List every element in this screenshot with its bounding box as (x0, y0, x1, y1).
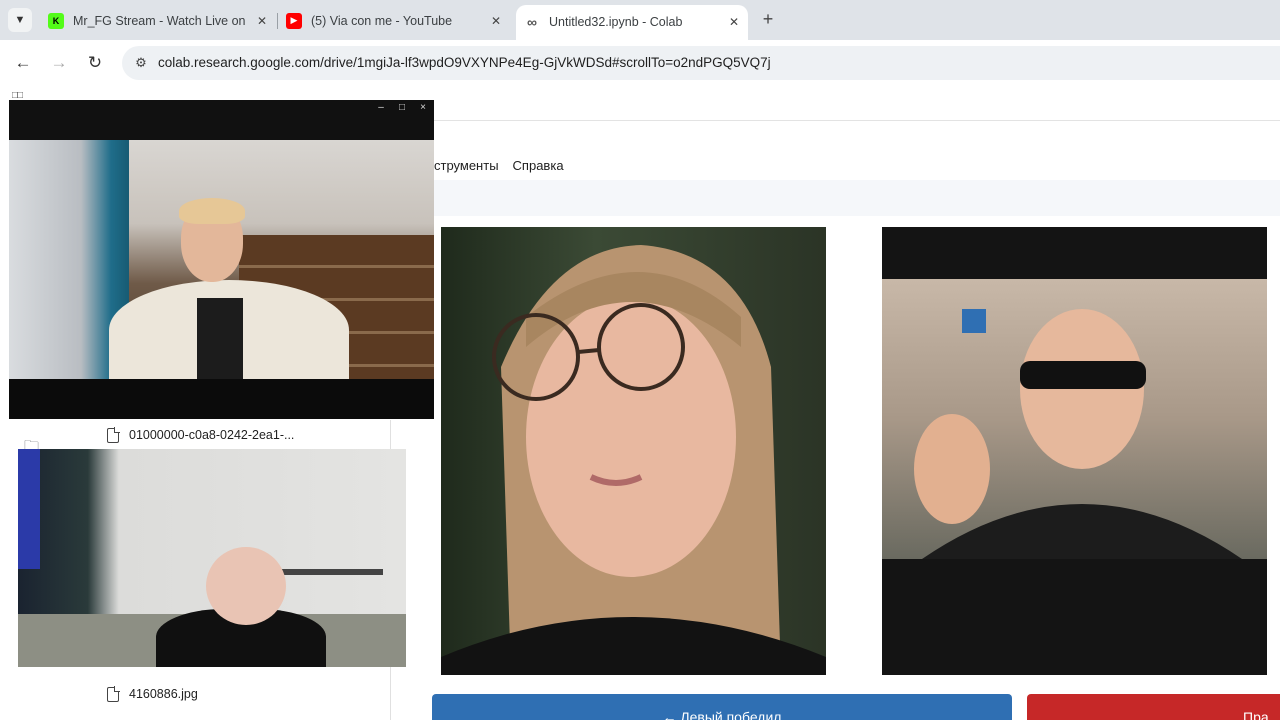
file-name: 01000000-c0a8-0242-2ea1-... (129, 428, 295, 442)
file-name: 4160886.jpg (129, 687, 198, 701)
file-item[interactable]: 01000000-c0a8-0242-2ea1-... (107, 425, 294, 445)
file-icon (107, 426, 120, 443)
file-icon (107, 685, 120, 702)
maximize-icon[interactable]: □ (396, 102, 408, 113)
colab-toolbar-band (434, 180, 1280, 216)
webcam-window: – □ × (9, 100, 434, 419)
close-tab-icon[interactable]: ✕ (726, 15, 742, 29)
tab-title: Untitled32.ipynb - Colab (549, 14, 683, 29)
tab-separator (277, 13, 278, 29)
site-info-icon[interactable]: ⚙ (132, 54, 150, 72)
second-webcam-feed (18, 449, 406, 667)
left-won-button[interactable]: ← Левый победил (432, 694, 1012, 720)
back-arrow-icon[interactable]: ← (11, 51, 35, 75)
blue-light-shape (18, 449, 40, 569)
right-won-button[interactable]: Пра (1027, 694, 1280, 720)
portrait-woman-glasses-image (441, 245, 826, 675)
output-image-left (441, 227, 826, 675)
new-tab-button[interactable]: + (758, 9, 778, 29)
webcam-titlebar: – □ × (9, 100, 434, 140)
close-tab-icon[interactable]: ✕ (488, 14, 504, 28)
streamer-figure (109, 198, 349, 379)
url-text[interactable]: colab.research.google.com/drive/1mgiJa-l… (158, 55, 771, 70)
tab-search-button[interactable]: ▼ (8, 8, 32, 32)
minimize-icon[interactable]: – (375, 102, 387, 113)
tab-kick-stream[interactable]: K Mr_FG Stream - Watch Live on K ✕ (48, 7, 270, 34)
webcam-video-feed (9, 140, 434, 379)
menu-help[interactable]: Справка (513, 158, 564, 173)
tab-colab[interactable]: ∞ Untitled32.ipynb - Colab ✕ (524, 8, 742, 35)
webcam-bottom-bar (9, 379, 434, 419)
tab-title: (5) Via con me - YouTube (311, 13, 453, 28)
portrait-man-sunglasses-image (882, 279, 1267, 559)
colab-favicon-icon: ∞ (527, 13, 537, 30)
keyboard-stand-shape (273, 569, 383, 575)
close-icon[interactable]: × (417, 102, 429, 113)
output-image-right (882, 227, 1267, 675)
forward-arrow-icon[interactable]: → (47, 51, 71, 75)
chevron-down-icon: ▼ (14, 14, 26, 26)
colab-menubar: струменты Справка (434, 158, 578, 173)
divider (434, 120, 1280, 121)
youtube-favicon-icon: ▶ (286, 12, 302, 29)
file-item[interactable]: 4160886.jpg (107, 684, 198, 704)
reload-icon[interactable]: ↻ (83, 51, 107, 75)
close-tab-icon[interactable]: ✕ (254, 14, 270, 28)
person-head-shape (206, 547, 286, 625)
menu-tools[interactable]: струменты (434, 158, 499, 173)
tab-youtube[interactable]: ▶ (5) Via con me - YouTube ✕ (286, 7, 504, 34)
kick-favicon-icon: K (48, 12, 64, 29)
tab-title: Mr_FG Stream - Watch Live on K (73, 13, 248, 28)
